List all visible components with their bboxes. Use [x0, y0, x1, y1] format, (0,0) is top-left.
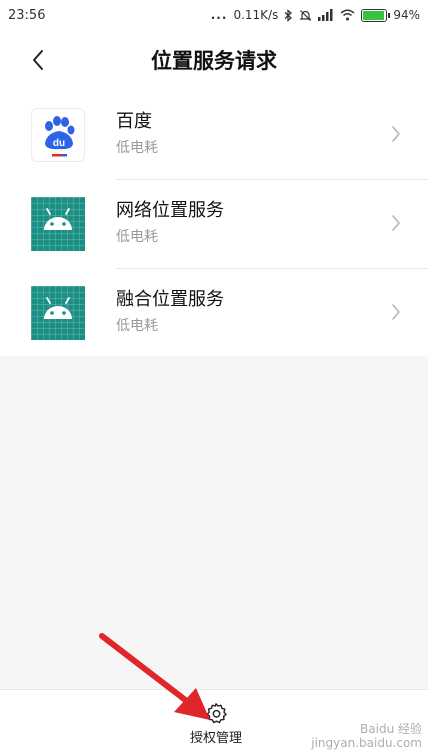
chevron-right-icon — [392, 304, 400, 320]
notification-dots: ... — [210, 8, 228, 22]
android-icon — [31, 285, 85, 340]
item-text: 百度 低电耗 — [116, 110, 158, 159]
watermark: Baidu 经验 jingyan.baidu.com — [311, 722, 422, 750]
watermark-url: jingyan.baidu.com — [311, 736, 422, 750]
list-item-fused-location[interactable]: 融合位置服务 低电耗 — [0, 268, 428, 357]
item-text: 融合位置服务 低电耗 — [116, 288, 224, 337]
item-text: 网络位置服务 低电耗 — [116, 199, 224, 248]
status-bar: 23:56 ... 0.11K/s 94% — [0, 0, 428, 30]
mute-icon — [299, 9, 312, 21]
list-item-baidu[interactable]: du 百度 低电耗 — [0, 90, 428, 179]
battery-percent: 94% — [393, 8, 420, 22]
battery-level — [363, 10, 384, 20]
divider — [116, 268, 428, 269]
item-subtitle: 低电耗 — [116, 318, 158, 334]
battery-icon — [361, 8, 391, 22]
authorization-management-label: 授权管理 — [189, 731, 242, 746]
signal-icon — [318, 9, 333, 21]
back-button[interactable] — [24, 46, 52, 74]
title-bar: 位置服务请求 — [0, 30, 428, 90]
bluetooth-icon — [284, 8, 293, 22]
chevron-right-icon — [392, 215, 400, 231]
item-title: 融合位置服务 — [116, 289, 224, 310]
svg-text:du: du — [53, 138, 65, 149]
android-icon — [31, 196, 85, 251]
watermark-brand: Baidu 经验 — [360, 722, 422, 736]
baidu-paw-icon: du — [31, 107, 85, 162]
network-speed: 0.11K/s — [233, 8, 279, 22]
chevron-left-icon — [33, 50, 43, 70]
status-time: 23:56 — [8, 7, 46, 23]
chevron-right-icon — [392, 126, 400, 142]
wifi-icon — [340, 9, 355, 21]
page-title: 位置服务请求 — [151, 49, 277, 73]
item-title: 网络位置服务 — [116, 200, 224, 221]
status-icons: ... 0.11K/s 94% — [211, 8, 420, 22]
divider — [116, 179, 428, 180]
list-item-network-location[interactable]: 网络位置服务 低电耗 — [0, 179, 428, 268]
location-request-list: du 百度 低电耗 网络位置服务 低电耗 融合位置服务 低电耗 — [0, 90, 428, 356]
gear-icon — [206, 703, 227, 724]
authorization-management-button[interactable]: 授权管理 — [184, 702, 248, 754]
item-subtitle: 低电耗 — [116, 140, 158, 156]
item-subtitle: 低电耗 — [116, 229, 158, 245]
item-title: 百度 — [116, 111, 152, 132]
